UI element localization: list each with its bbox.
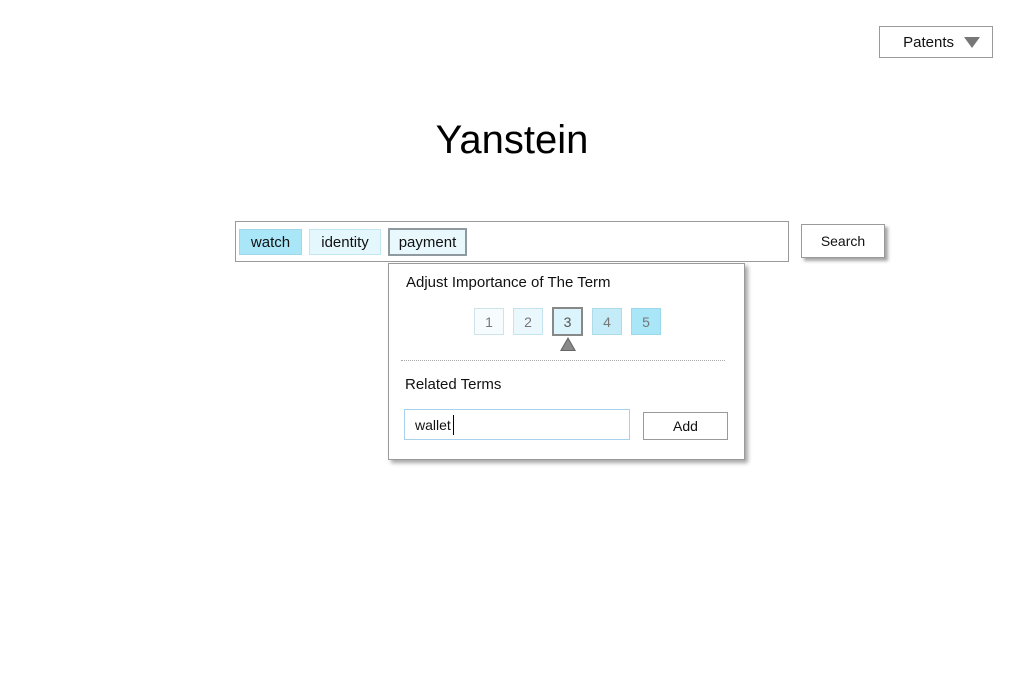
category-dropdown[interactable]: Patents [879,26,993,58]
importance-heading: Adjust Importance of The Term [406,274,611,291]
category-dropdown-label: Patents [903,33,954,51]
related-term-input[interactable]: wallet [404,409,630,440]
importance-option-3[interactable]: 3 [552,307,583,336]
text-cursor [452,414,454,435]
related-term-value: wallet [415,416,451,433]
triangle-down-icon [964,36,980,48]
selected-pointer-icon [560,337,576,351]
term-options-popover: Adjust Importance of The Term 1 2 3 4 5 … [388,263,745,460]
term-chip-identity[interactable]: identity [309,229,381,255]
term-chip-watch[interactable]: watch [239,229,302,255]
add-term-button[interactable]: Add [643,412,728,440]
divider [401,360,725,361]
term-chip-payment[interactable]: payment [388,228,467,256]
search-button[interactable]: Search [801,224,885,258]
related-terms-heading: Related Terms [405,376,502,393]
page-title: Yanstein [435,118,589,162]
importance-option-1[interactable]: 1 [474,308,504,335]
importance-option-5[interactable]: 5 [631,308,661,335]
importance-option-2[interactable]: 2 [513,308,543,335]
search-term-box[interactable]: watch identity payment [235,221,789,262]
importance-option-4[interactable]: 4 [592,308,622,335]
